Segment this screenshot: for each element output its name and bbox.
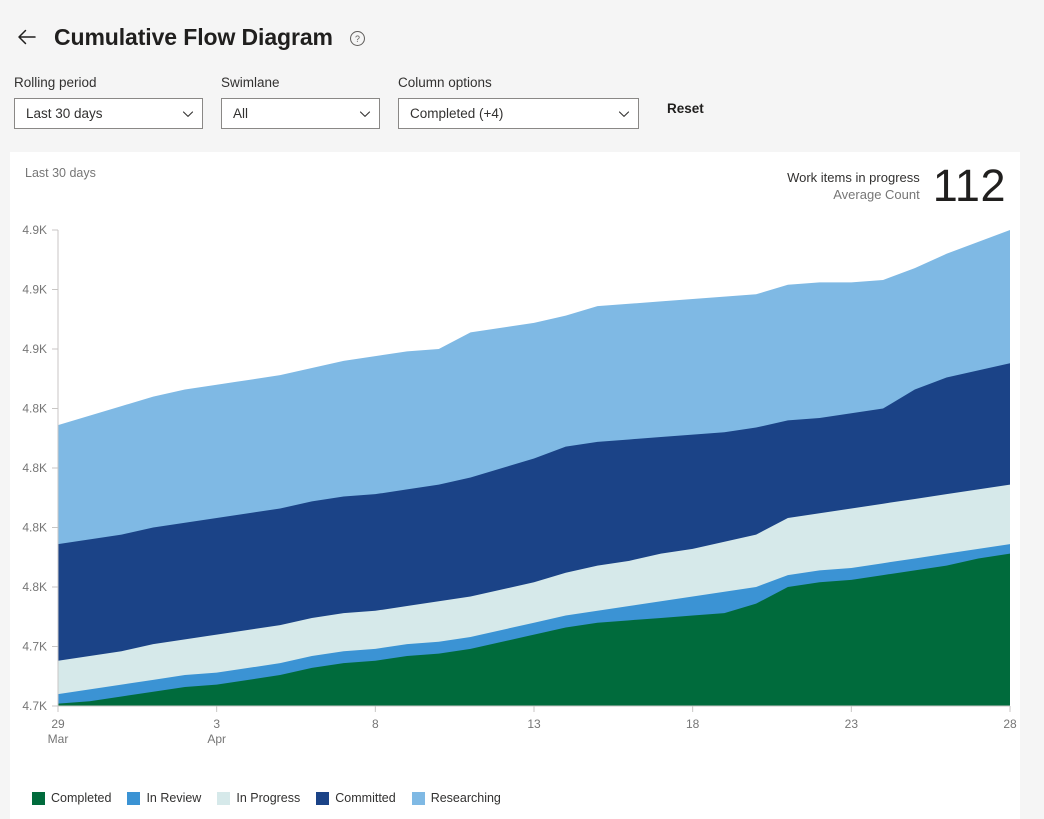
y-axis-label: 4.8K xyxy=(22,402,47,416)
legend-label: Researching xyxy=(430,791,501,805)
legend-item-in-progress[interactable]: In Progress xyxy=(217,791,300,805)
legend-swatch xyxy=(32,791,45,805)
rolling-period-dropdown[interactable]: Last 30 days xyxy=(14,98,203,129)
title-row: Cumulative Flow Diagram ? xyxy=(0,16,1044,58)
y-axis-label: 4.7K xyxy=(22,640,47,654)
legend-item-committed[interactable]: Committed xyxy=(316,791,396,805)
filter-column-options: Column options Completed (+4) xyxy=(398,74,639,129)
swimlane-value: All xyxy=(233,106,249,121)
kpi-title: Work items in progress xyxy=(787,170,920,185)
swimlane-dropdown[interactable]: All xyxy=(221,98,380,129)
legend-swatch xyxy=(217,791,231,805)
y-axis-label: 4.8K xyxy=(22,461,47,475)
rolling-period-label: Rolling period xyxy=(14,75,97,90)
plot-area: 4.7K 4.7K 4.8K 4.8K 4.8K 4.8K 4.9K 4.9K 4.9K 29 Ma… xyxy=(10,214,1020,774)
kpi-panel: Work items in progress Average Count 112 xyxy=(787,162,1006,210)
x-axis-label: 23 xyxy=(845,717,859,731)
y-axis-label: 4.7K xyxy=(22,699,47,713)
x-axis-label: 13 xyxy=(527,717,541,731)
y-axis-label: 4.9K xyxy=(22,283,47,297)
reset-button[interactable]: Reset xyxy=(663,95,708,122)
legend-label: In Review xyxy=(146,791,202,805)
x-axis-label: 29 xyxy=(51,717,65,731)
back-arrow-icon[interactable] xyxy=(14,24,40,50)
x-axis-month-label: Apr xyxy=(207,732,226,746)
x-axis-month-label: Mar xyxy=(48,732,69,746)
filter-swimlane: Swimlane All xyxy=(221,74,380,129)
kpi-subtitle: Average Count xyxy=(833,187,920,202)
x-axis-label: 18 xyxy=(686,717,700,731)
legend-label: Committed xyxy=(335,791,396,805)
kpi-labels: Work items in progress Average Count xyxy=(787,162,920,203)
kpi-value: 112 xyxy=(932,160,1006,211)
page-title: Cumulative Flow Diagram xyxy=(54,23,333,50)
legend-swatch xyxy=(316,791,330,805)
y-axis-label: 4.8K xyxy=(22,521,47,535)
legend-swatch xyxy=(127,791,141,805)
legend-swatch xyxy=(411,791,425,805)
column-options-label: Column options xyxy=(398,75,492,90)
page-header: Cumulative Flow Diagram ? Rolling period… xyxy=(0,0,1044,129)
help-circle-icon[interactable]: ? xyxy=(349,30,366,47)
range-caption: Last 30 days xyxy=(25,166,96,180)
legend-item-in-review[interactable]: In Review xyxy=(127,791,201,805)
rolling-period-value: Last 30 days xyxy=(26,106,103,121)
x-axis-label: 3 xyxy=(213,717,220,731)
svg-text:?: ? xyxy=(355,34,360,44)
chevron-down-icon xyxy=(618,108,630,120)
filter-bar: Rolling period Last 30 days Swimlane All xyxy=(0,58,1044,129)
column-options-value: Completed (+4) xyxy=(410,106,504,121)
legend-item-researching[interactable]: Researching xyxy=(411,791,501,805)
filter-rolling-period: Rolling period Last 30 days xyxy=(14,74,203,129)
chevron-down-icon xyxy=(182,108,194,120)
swimlane-label: Swimlane xyxy=(221,75,280,90)
x-axis-label: 8 xyxy=(372,717,379,731)
chart-card: Last 30 days Work items in progress Aver… xyxy=(10,152,1020,819)
chart-card-header: Last 30 days Work items in progress Aver… xyxy=(10,152,1020,214)
x-axis-label: 28 xyxy=(1003,717,1017,731)
y-axis-label: 4.8K xyxy=(22,580,47,594)
chevron-down-icon xyxy=(359,108,371,120)
y-axis-label: 4.9K xyxy=(22,342,47,356)
y-axis-label: 4.9K xyxy=(22,223,47,237)
legend-label: Completed xyxy=(51,791,112,805)
cumulative-flow-chart[interactable]: 4.7K 4.7K 4.8K 4.8K 4.8K 4.8K 4.9K 4.9K 4.9K 29Ma… xyxy=(10,214,1020,774)
chart-legend: Completed In Review In Progress Committed Re… xyxy=(32,791,517,805)
column-options-dropdown[interactable]: Completed (+4) xyxy=(398,98,639,129)
legend-label: In Progress xyxy=(236,791,301,805)
legend-item-completed[interactable]: Completed xyxy=(32,791,111,805)
